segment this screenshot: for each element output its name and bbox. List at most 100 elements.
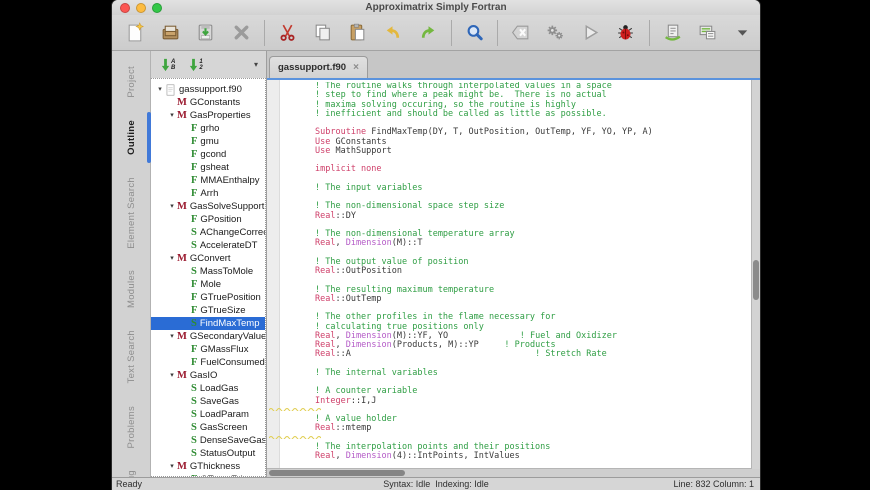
tree-item-statusoutput[interactable]: S StatusOutput [151,447,265,460]
subroutine-icon: S [191,318,197,329]
code-view[interactable]: ! The routine walks through interpolated… [267,80,760,477]
tree-item-gmu[interactable]: Fgmu [151,135,265,148]
sidebar-tab-label: Problems [125,405,137,449]
run-button[interactable] [577,19,605,47]
tree-item-gconstants[interactable]: M GConstants [151,96,265,109]
sidebar-tab-outline[interactable]: Outline [112,109,151,166]
sidebar-tab-element-search[interactable]: Element Search [112,166,150,260]
tree-item-label: GConstants [189,97,241,108]
horizontal-scrollbar[interactable] [267,468,752,477]
tree-item-mmaenthalpy[interactable]: F MMAEnthalpy [151,174,265,187]
tree-item-densesavegas[interactable]: S DenseSaveGas [151,434,265,447]
tree-item-label: gassupport.f90 [179,84,242,95]
tree-item-loadparam[interactable]: S LoadParam [151,408,265,421]
toolbar-overflow-button[interactable] [728,19,756,47]
tree-item-gcond[interactable]: Fgcond [151,148,265,161]
function-icon: F [191,123,198,134]
sidebar-tab-label: Outline [125,119,137,155]
modified-line-squiggle [269,408,321,411]
cut-button[interactable] [273,19,301,47]
cut-icon [280,24,295,41]
main-area: Project Outline Element Search Modules Text … [112,51,760,490]
subroutine-icon: S [191,435,197,446]
toolbar-separator [450,19,452,46]
subroutine-icon: S [191,422,197,433]
code-line: Real::mtemp [315,423,372,434]
debug-button[interactable] [612,19,640,47]
code-line: ! The non-dimensional space step size [315,201,505,212]
tree-item-grho[interactable]: Fgrho [151,122,265,135]
sidebar-tab-problems[interactable]: Problems [112,395,150,460]
close-file-button[interactable] [227,19,255,47]
sidebar-tab-label: Project [125,66,137,98]
tree-item-gthickness[interactable]: ▾ M GThickness [151,460,265,473]
halt-build-button[interactable] [506,19,534,47]
console-window-button[interactable] [693,19,721,47]
tree-item-label: GasIO [189,370,218,381]
outline-menu-button[interactable]: ▾ [250,60,262,69]
vertical-scrollbar[interactable] [751,80,760,469]
subroutine-icon: S [191,448,197,459]
sort-arrow-icon [161,58,170,71]
toolbar-separator [648,19,650,46]
code-line: ! A counter variable [315,386,418,397]
tree-item-gposition[interactable]: F GPosition [151,213,265,226]
close-file-icon [234,25,249,40]
tree-item-gasio[interactable]: ▾ M GasIO [151,369,265,382]
open-button[interactable] [157,19,185,47]
save-icon [199,24,213,41]
launch-console-button[interactable] [658,19,686,47]
tree-item-label: GTruePosition [200,292,261,303]
tree-item-label: GasSolveSupport [189,201,265,212]
tree-item-arrh[interactable]: F Arrh [151,187,265,200]
tree-item-gtrueposition[interactable]: F GTruePosition [151,291,265,304]
undo-button[interactable] [379,19,407,47]
sidebar-tab-project[interactable]: Project [112,55,150,109]
undo-icon [387,26,400,38]
paste-button[interactable] [344,19,372,47]
tree-item-gassupport-f90[interactable]: ▾ gassupport.f90 [151,83,265,96]
code-line: ! inefficient and should be called as li… [315,108,607,119]
tree-item-gsheat[interactable]: Fgsheat [151,161,265,174]
tree-item-savegas[interactable]: S SaveGas [151,395,265,408]
tree-item-gtruesize[interactable]: F GTrueSize [151,304,265,317]
horizontal-scrollbar-thumb[interactable] [269,470,405,476]
redo-button[interactable] [414,19,442,47]
new-file-button[interactable] [122,19,150,47]
tree-item-masstomole[interactable]: S MassToMole [151,265,265,278]
build-button[interactable] [541,19,569,47]
close-tab-icon[interactable]: × [353,62,359,73]
expander-icon: ▾ [170,332,174,340]
editor-tab-bar: gassupport.f90 × [267,51,760,80]
sidebar-tab-modules[interactable]: Modules [112,259,150,319]
tree-item-gassolvesupport[interactable]: ▾ M GasSolveSupport [151,200,265,213]
subroutine-icon: S [191,383,197,394]
copy-button[interactable] [308,19,336,47]
toolbar-separator [496,19,498,46]
tree-item-gconvert[interactable]: ▾ M GConvert [151,252,265,265]
sort-arrow-icon [190,58,198,71]
tree-item-achangecorrect[interactable]: S AChangeCorrect [151,226,265,239]
tree-item-fuelconsumed[interactable]: F FuelConsumed [151,356,265,369]
tree-item-loadgas[interactable]: S LoadGas [151,382,265,395]
tree-item-mole[interactable]: F Mole [151,278,265,291]
editor-tab-gassupport[interactable]: gassupport.f90 × [269,56,368,78]
toolbar-separator [263,19,265,46]
tree-item-gasscreen[interactable]: S GasScreen [151,421,265,434]
code-line: implicit none [315,164,382,175]
sidebar-tab-label: Element Search [125,176,137,249]
tree-item-acceleratedt[interactable]: S AccelerateDT [151,239,265,252]
editor-tab-label: gassupport.f90 [278,62,347,73]
save-button[interactable] [192,19,220,47]
tree-item-gsecondaryvalues[interactable]: ▾ M GSecondaryValues [151,330,265,343]
tree-item-gmassflux[interactable]: F GMassFlux [151,343,265,356]
sort-alphabetical-button[interactable]: AB [161,58,175,72]
vertical-scrollbar-thumb[interactable] [753,260,759,300]
outline-toolbar: AB 12 ▾ [151,51,266,78]
sidebar-tab-text-search[interactable]: Text Search [112,319,150,394]
status-line-column: Line: 832 Column: 1 [673,478,754,489]
tree-item-gasproperties[interactable]: ▾ M GasProperties [151,109,265,122]
find-button[interactable] [460,19,488,47]
sort-position-button[interactable]: 12 [189,58,203,72]
tree-item-findmaxtemp[interactable]: S FindMaxTemp [151,317,265,330]
